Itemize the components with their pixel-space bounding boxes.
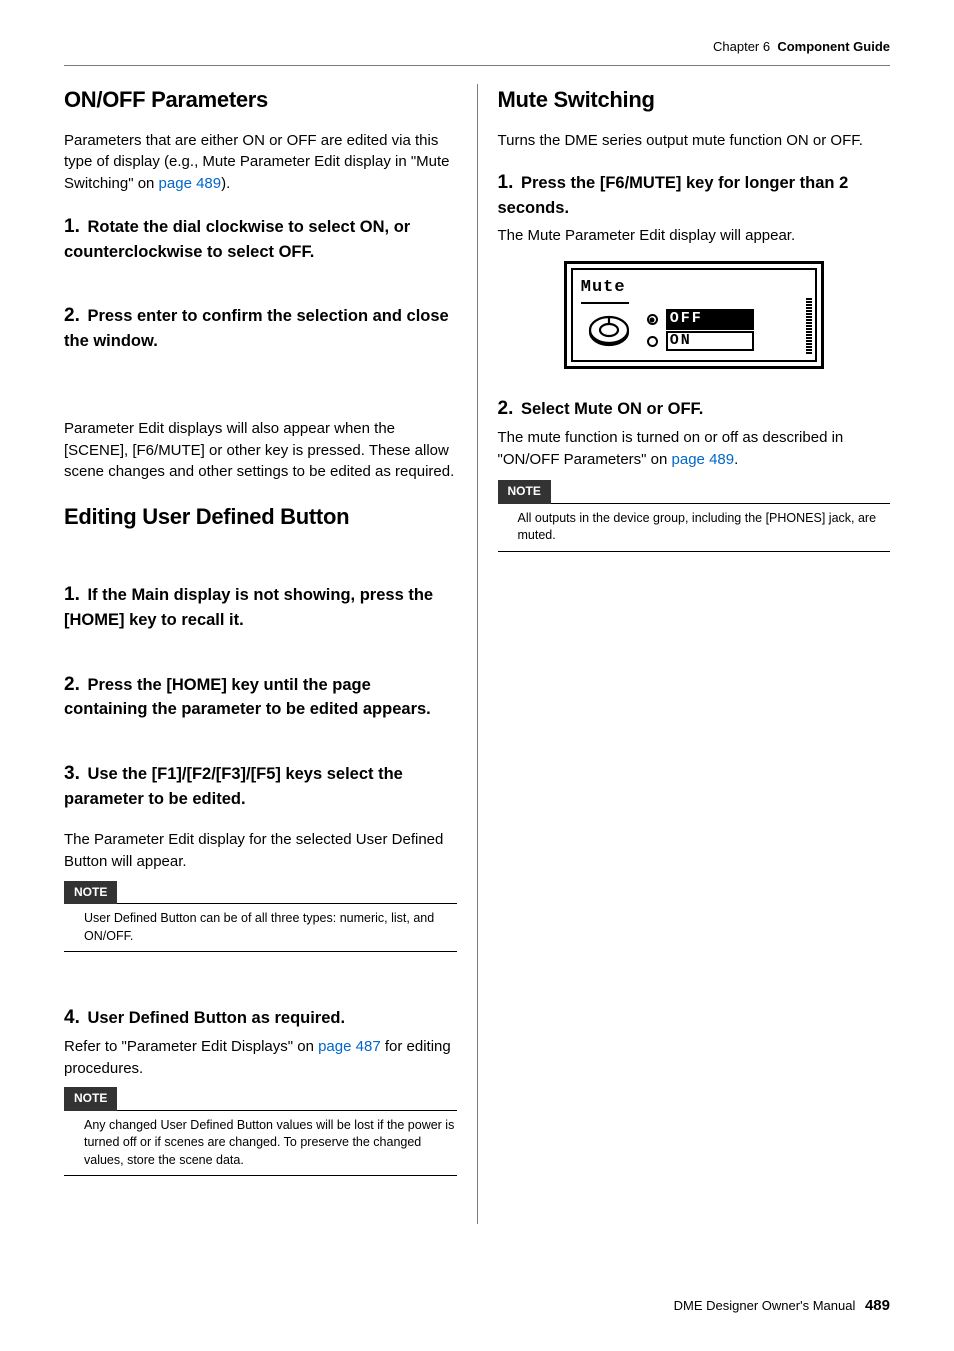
- left-column: ON/OFF Parameters Parameters that are ei…: [64, 84, 477, 1224]
- mute-after2: The mute function is turned on or off as…: [498, 427, 891, 471]
- mute-lcd-figure: Mute: [564, 261, 824, 370]
- link-page-489b[interactable]: page 489: [672, 451, 735, 468]
- page-number: 489: [865, 1297, 890, 1314]
- step-text: User Defined Button as required.: [83, 1009, 345, 1027]
- note-text: User Defined Button can be of all three …: [64, 904, 457, 951]
- text: The mute function is turned on or off as…: [498, 429, 844, 468]
- chapter-title: Component Guide: [777, 39, 890, 54]
- note-label: NOTE: [498, 480, 551, 503]
- ud-step3: 3. Use the [F1]/[F2/[F3]/[F5] keys selec…: [64, 760, 457, 811]
- text: Parameters that are either ON or OFF are…: [64, 132, 450, 193]
- note-label: NOTE: [64, 881, 117, 904]
- rule: [64, 1175, 457, 1176]
- step-number: 2.: [64, 674, 80, 695]
- link-page-487[interactable]: page 487: [318, 1038, 381, 1055]
- ud-step4: 4. User Defined Button as required.: [64, 1004, 457, 1032]
- step-number: 1.: [64, 584, 80, 605]
- step-text: Rotate the dial clockwise to select ON, …: [64, 218, 410, 261]
- heading-onoff: ON/OFF Parameters: [64, 84, 457, 116]
- footer: DME Designer Owner's Manual 489: [674, 1295, 890, 1317]
- ud-step1: 1. If the Main display is not showing, p…: [64, 581, 457, 632]
- step-text: Use the [F1]/[F2/[F3]/[F5] keys select t…: [64, 765, 403, 808]
- mute-step1: 1. Press the [F6/MUTE] key for longer th…: [498, 169, 891, 220]
- radio-unselected-icon: [647, 336, 658, 347]
- onoff-step2: 2. Press enter to confirm the selection …: [64, 302, 457, 353]
- note-text: Any changed User Defined Button values w…: [64, 1111, 457, 1176]
- ud-after4: Refer to "Parameter Edit Displays" on pa…: [64, 1036, 457, 1080]
- ud-step2: 2. Press the [HOME] key until the page c…: [64, 671, 457, 722]
- lcd-scrollbar-icon: [806, 298, 812, 355]
- step-number: 3.: [64, 763, 80, 784]
- note-box-2: NOTE Any changed User Defined Button val…: [64, 1087, 457, 1176]
- lcd-off-label: OFF: [666, 309, 754, 330]
- onoff-step1: 1. Rotate the dial clockwise to select O…: [64, 213, 457, 264]
- dial-icon: [581, 311, 637, 349]
- rule: [498, 551, 891, 552]
- link-page-489a[interactable]: page 489: [159, 175, 222, 192]
- lcd-option-on: ON: [647, 331, 807, 352]
- step-number: 1.: [64, 216, 80, 237]
- step-text: Press the [HOME] key until the page cont…: [64, 676, 431, 719]
- note-box-3: NOTE All outputs in the device group, in…: [498, 480, 891, 551]
- header-rule: [64, 65, 890, 66]
- chapter-label: Chapter 6: [713, 39, 770, 54]
- note-text: All outputs in the device group, includi…: [498, 504, 891, 551]
- heading-user-defined: Editing User Defined Button: [64, 501, 457, 533]
- text: ).: [221, 175, 230, 192]
- footer-text: DME Designer Owner's Manual: [674, 1298, 856, 1313]
- text: Refer to "Parameter Edit Displays" on: [64, 1038, 318, 1055]
- lcd-on-label: ON: [666, 331, 754, 352]
- ud-after3: The Parameter Edit display for the selec…: [64, 829, 457, 873]
- heading-mute: Mute Switching: [498, 84, 891, 116]
- step-text: Press the [F6/MUTE] key for longer than …: [498, 174, 849, 217]
- onoff-para2: Parameter Edit displays will also appear…: [64, 418, 457, 483]
- mute-after1: The Mute Parameter Edit display will app…: [498, 225, 891, 247]
- radio-selected-icon: [647, 314, 658, 325]
- rule: [64, 951, 457, 952]
- running-header: Chapter 6 Component Guide: [64, 38, 890, 57]
- step-number: 1.: [498, 172, 514, 193]
- step-number: 2.: [498, 398, 514, 419]
- step-text: Press enter to confirm the selection and…: [64, 307, 449, 350]
- step-number: 4.: [64, 1007, 80, 1028]
- lcd-title: Mute: [581, 276, 629, 305]
- step-text: If the Main display is not showing, pres…: [64, 586, 433, 629]
- step-text: Select Mute ON or OFF.: [516, 400, 703, 418]
- note-label: NOTE: [64, 1087, 117, 1110]
- right-column: Mute Switching Turns the DME series outp…: [477, 84, 891, 1224]
- text: .: [734, 451, 738, 468]
- lcd-option-off: OFF: [647, 309, 807, 330]
- onoff-intro: Parameters that are either ON or OFF are…: [64, 130, 457, 195]
- mute-step2: 2. Select Mute ON or OFF.: [498, 395, 891, 423]
- mute-intro: Turns the DME series output mute functio…: [498, 130, 891, 152]
- step-number: 2.: [64, 305, 80, 326]
- note-box-1: NOTE User Defined Button can be of all t…: [64, 881, 457, 952]
